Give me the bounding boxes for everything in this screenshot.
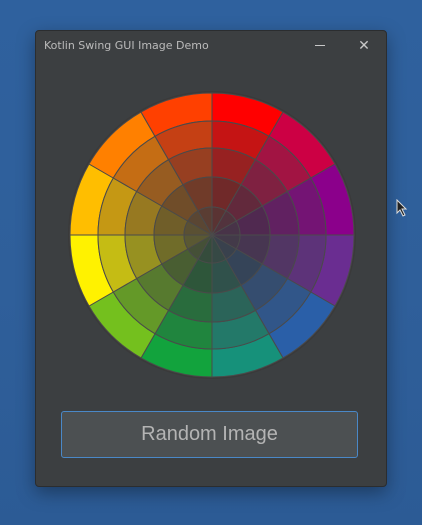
app-window: Kotlin Swing GUI Image Demo ✕ Random Ima… bbox=[35, 30, 387, 487]
close-button[interactable]: ✕ bbox=[344, 31, 384, 61]
minimize-button[interactable] bbox=[300, 31, 340, 61]
window-title: Kotlin Swing GUI Image Demo bbox=[44, 39, 209, 52]
random-image-button[interactable]: Random Image bbox=[61, 411, 358, 458]
close-icon: ✕ bbox=[358, 38, 370, 54]
mouse-cursor-icon bbox=[396, 199, 408, 217]
color-wheel-image bbox=[68, 91, 356, 379]
minimize-icon bbox=[315, 45, 325, 46]
title-bar[interactable]: Kotlin Swing GUI Image Demo ✕ bbox=[36, 31, 386, 61]
